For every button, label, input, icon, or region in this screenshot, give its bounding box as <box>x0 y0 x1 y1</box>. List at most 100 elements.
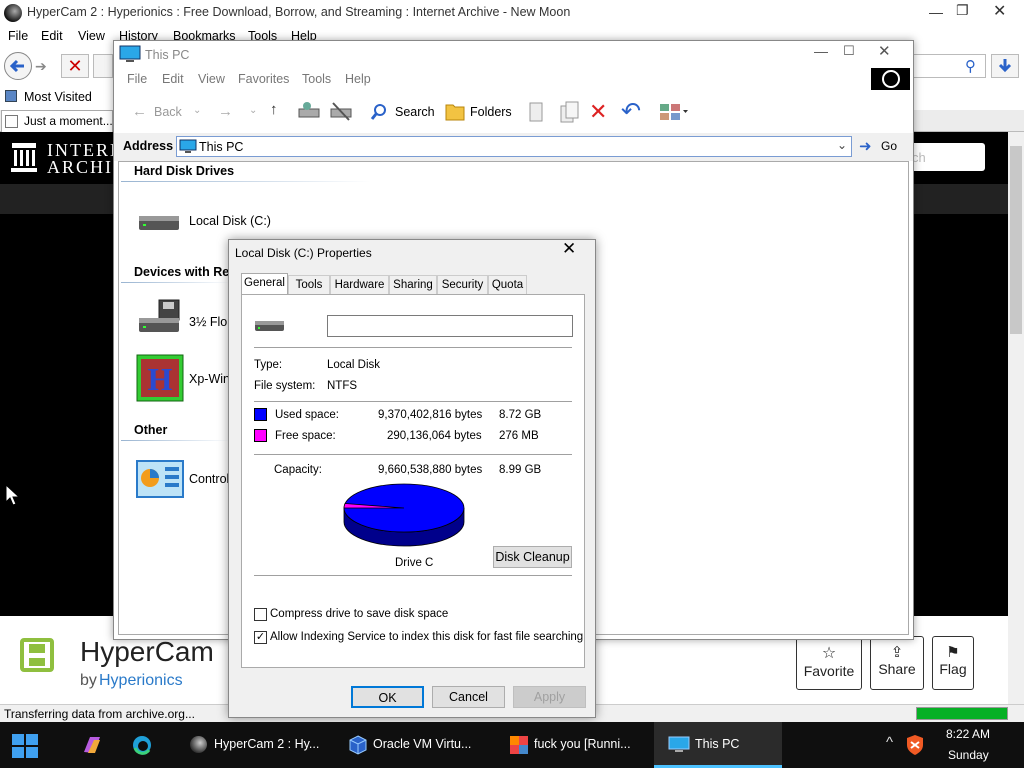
chevron-up-icon[interactable]: ^ <box>886 734 893 751</box>
restore-icon[interactable]: ❐ <box>956 2 969 19</box>
copy-to-icon[interactable] <box>558 100 580 124</box>
mouse-cursor-icon <box>5 484 21 506</box>
address-input[interactable]: This PC ⌄ <box>176 136 852 157</box>
menu-edit[interactable]: Edit <box>41 29 63 43</box>
indexing-checkbox[interactable]: ✓ <box>254 631 267 644</box>
xpwin-cd-icon[interactable]: H <box>136 354 184 402</box>
chevron-down-icon[interactable]: ⌄ <box>837 138 847 152</box>
floppy-drive-icon[interactable] <box>137 298 183 336</box>
views-icon[interactable] <box>659 102 689 122</box>
tab-tools[interactable]: Tools <box>288 275 330 294</box>
search-box[interactable]: ⚲ <box>912 54 986 78</box>
ex-search-button[interactable]: Search <box>395 105 435 119</box>
free-size: 276 MB <box>499 430 539 442</box>
author-link[interactable]: Hyperionics <box>99 672 183 690</box>
tab-label: Just a moment... <box>24 114 113 128</box>
cancel-button[interactable]: Cancel <box>432 686 505 708</box>
home-button[interactable] <box>93 54 113 78</box>
ok-button[interactable]: OK <box>351 686 424 708</box>
forward-arrow-icon[interactable]: → <box>218 103 233 120</box>
xpwin-label[interactable]: Xp-Win <box>189 372 230 386</box>
edge-browser-icon[interactable] <box>131 734 153 756</box>
tab-general[interactable]: General <box>241 273 288 295</box>
free-space-swatch <box>254 429 267 442</box>
fs-value: NTFS <box>327 380 358 392</box>
properties-title: Local Disk (C:) Properties <box>235 246 372 260</box>
clock-day[interactable]: Sunday <box>948 748 989 762</box>
browser-scrollbar[interactable] <box>1008 132 1024 704</box>
most-visited-bookmark[interactable]: Most Visited <box>24 90 92 104</box>
svg-text:H: H <box>148 361 173 397</box>
software-icon <box>20 638 54 672</box>
capacity-bytes: 9,660,538,880 bytes <box>378 464 483 476</box>
disk-cleanup-button[interactable]: Disk Cleanup <box>493 546 572 568</box>
indexing-label[interactable]: Allow Indexing Service to index this dis… <box>270 631 583 643</box>
tab-sharing[interactable]: Sharing <box>389 275 437 294</box>
star-icon: ☆ <box>821 645 837 662</box>
dialog-close-icon[interactable]: ✕ <box>562 239 576 259</box>
control-panel-icon[interactable] <box>135 459 185 499</box>
control-label[interactable]: Control <box>189 472 229 486</box>
minimize-icon[interactable]: — <box>929 4 943 20</box>
compress-label[interactable]: Compress drive to save disk space <box>270 608 448 620</box>
close-icon[interactable]: ✕ <box>993 1 1006 21</box>
map-drive-icon[interactable] <box>297 100 321 122</box>
taskbar: HyperCam 2 : Hy... Oracle VM Virtu... fu… <box>0 722 1024 768</box>
ex-folders-button[interactable]: Folders <box>470 105 512 119</box>
divider <box>254 575 572 576</box>
taskbar-virtualbox[interactable]: Oracle VM Virtu... <box>347 722 487 768</box>
up-arrow-icon[interactable]: ↑ <box>270 101 278 118</box>
folders-icon <box>445 104 465 121</box>
explorer-close-icon[interactable]: ✕ <box>878 42 891 60</box>
chevron-down-icon[interactable]: ⌄ <box>249 105 257 116</box>
copilot-icon[interactable] <box>80 734 104 756</box>
archive-search-input[interactable]: ch <box>904 143 985 171</box>
explorer-minimize-icon[interactable]: — <box>814 43 828 59</box>
brave-shield-icon[interactable] <box>905 734 925 756</box>
go-button[interactable]: Go <box>881 139 897 153</box>
tab-security[interactable]: Security <box>437 275 488 294</box>
start-windows-icon[interactable] <box>11 733 39 759</box>
ex-menu-edit[interactable]: Edit <box>162 72 184 86</box>
local-disk-label[interactable]: Local Disk (C:) <box>189 214 271 228</box>
explorer-maximize-icon[interactable]: ☐ <box>843 43 855 59</box>
scrollbar-thumb[interactable] <box>1010 146 1022 334</box>
menu-file[interactable]: File <box>8 29 28 43</box>
ex-menu-view[interactable]: View <box>198 72 225 86</box>
clock-time[interactable]: 8:22 AM <box>946 727 990 741</box>
flag-icon: ⚑ <box>946 644 960 661</box>
tab-just-a-moment[interactable]: Just a moment... <box>1 110 113 132</box>
back-arrow-icon[interactable]: ← <box>132 103 147 120</box>
ex-menu-file[interactable]: File <box>127 72 147 86</box>
delete-icon[interactable]: ✕ <box>589 99 607 125</box>
downloads-button[interactable] <box>991 54 1019 78</box>
by-prefix: by <box>80 672 97 689</box>
undo-icon[interactable]: ↶ <box>621 97 641 126</box>
stop-button[interactable]: ✕ <box>61 54 89 78</box>
tab-quota[interactable]: Quota <box>488 275 527 294</box>
taskbar-this-pc[interactable]: This PC <box>654 722 782 768</box>
ex-back-button[interactable]: Back <box>154 105 182 119</box>
flag-button[interactable]: ⚑ Flag <box>932 636 974 690</box>
taskbar-label: HyperCam 2 : Hy... <box>214 737 320 751</box>
back-button[interactable] <box>4 52 32 80</box>
ex-menu-tools[interactable]: Tools <box>302 72 331 86</box>
archive-search-placeholder: ch <box>912 150 926 165</box>
apply-button[interactable]: Apply <box>513 686 586 708</box>
move-to-icon[interactable] <box>526 100 548 124</box>
compress-checkbox[interactable] <box>254 608 267 621</box>
share-button[interactable]: ⇪ Share <box>870 636 924 690</box>
local-disk-icon[interactable] <box>137 212 181 234</box>
tab-hardware[interactable]: Hardware <box>330 275 389 294</box>
taskbar-xp-vm[interactable]: fuck you [Runni... <box>508 722 648 768</box>
favorite-button[interactable]: ☆ Favorite <box>796 636 862 690</box>
volume-label-input[interactable] <box>327 315 573 337</box>
taskbar-hypercam[interactable]: HyperCam 2 : Hy... <box>188 722 328 768</box>
go-arrow-icon[interactable]: ➜ <box>859 137 872 155</box>
forward-icon[interactable]: ➔ <box>35 58 47 75</box>
chevron-down-icon[interactable]: ⌄ <box>193 105 201 116</box>
disconnect-drive-icon[interactable] <box>329 100 353 122</box>
ex-menu-favorites[interactable]: Favorites <box>238 72 289 86</box>
ex-menu-help[interactable]: Help <box>345 72 371 86</box>
menu-view[interactable]: View <box>78 29 105 43</box>
